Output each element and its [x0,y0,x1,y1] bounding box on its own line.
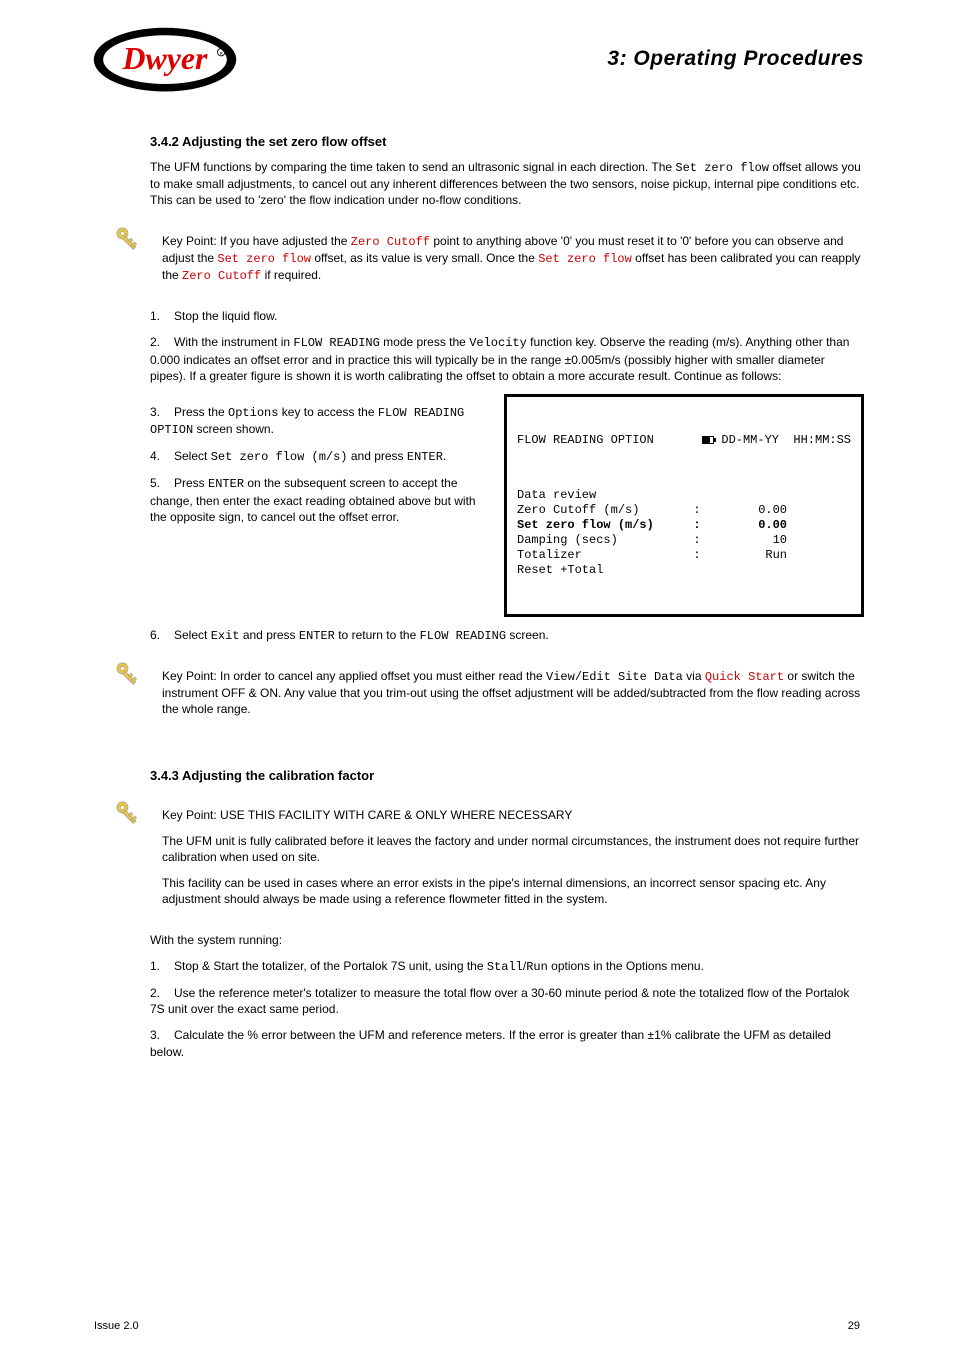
footer-issue: Issue 2.0 [94,1320,139,1332]
dwyer-logo: Dwyer R [90,24,240,94]
battery-icon [702,436,714,444]
key-icon [114,225,150,260]
screen-title: FLOW READING OPTION [517,433,654,448]
page-number: 29 [848,1320,860,1332]
keypoint-cancel-offset: Key Point: In order to cancel any applie… [162,668,864,718]
section-heading-343: 3.4.3 Adjusting the calibration factor [150,768,864,783]
step2-3: 3.Calculate the % error between the UFM … [150,1027,864,1059]
keypoint-calibration-1: Key Point: USE THIS FACILITY WITH CARE &… [162,807,864,823]
step-4: 4.Select Set zero flow (m/s) and press E… [150,448,488,465]
keypoint-calibration-3: This facility can be used in cases where… [162,875,864,907]
svg-text:Dwyer: Dwyer [122,41,209,76]
key-icon [114,660,150,695]
screen-rows: Data review Zero Cutoff (m/s):0.00 Set z… [517,488,787,578]
step2-2: 2.Use the reference meter's totalizer to… [150,985,864,1017]
section1-para1: The UFM functions by comparing the time … [150,159,864,209]
step-3: 3.Press the Options key to access the FL… [150,404,488,438]
step-1: 1.Stop the liquid flow. [150,308,864,324]
keypoint-zero-cutoff: Key Point: If you have adjusted the Zero… [162,233,864,285]
step-2: 2.With the instrument in FLOW READING mo… [150,334,864,384]
keypoint-calibration-2: The UFM unit is fully calibrated before … [162,833,864,865]
section-heading-342: 3.4.2 Adjusting the set zero flow offset [150,134,864,149]
key-icon [114,799,150,834]
step-6: 6.Select Exit and press ENTER to return … [150,627,864,644]
step2-1: 1.Stop & Start the totalizer, of the Por… [150,958,864,975]
lcd-screen: FLOW READING OPTION DD-MM-YY HH:MM:SS Da… [504,394,864,617]
step-5: 5.Press ENTER on the subsequent screen t… [150,475,488,525]
para-system-running: With the system running: [150,932,864,948]
chapter-title: 3: Operating Procedures [607,47,864,71]
